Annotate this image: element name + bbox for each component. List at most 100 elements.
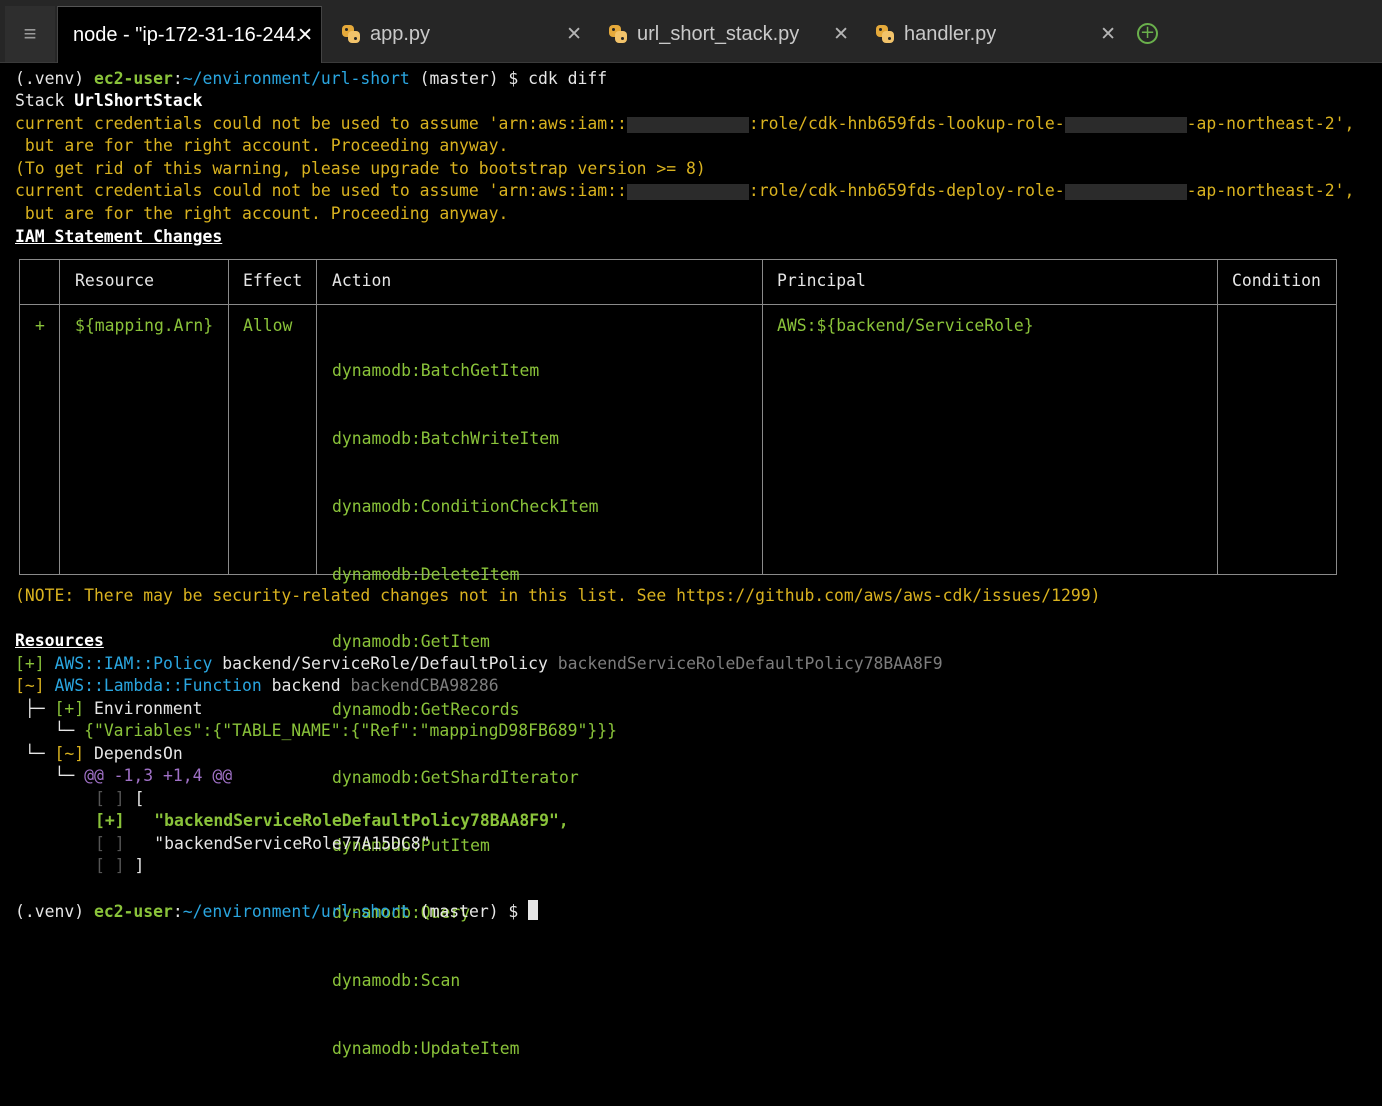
property-value-row: └─ {"Variables":{"TABLE_NAME":{"Ref":"ma… xyxy=(15,720,617,742)
resource-row: [+] AWS::IAM::Policy backend/ServiceRole… xyxy=(15,653,943,675)
close-icon[interactable]: ✕ xyxy=(1100,23,1116,46)
diff-line: [ ] "backendServiceRole77A15DC8" xyxy=(95,833,431,855)
warning-text: -ap-northeast-2', xyxy=(1186,114,1355,133)
prompt-venv: (.venv) xyxy=(15,69,94,88)
action-item: dynamodb:UpdateItem xyxy=(332,1039,520,1058)
resource-mark: [+] xyxy=(15,654,45,673)
resource-type: AWS::IAM::Policy xyxy=(54,654,213,673)
warning-line: but are for the right account. Proceedin… xyxy=(15,136,509,155)
tab-bar: ≡ node - "ip-172-31-16-244. ✕ app.py ✕ u… xyxy=(0,0,1382,63)
tab-handler-py[interactable]: handler.py ✕ xyxy=(864,6,1124,62)
table-border xyxy=(19,259,1337,575)
terminal-output[interactable]: (.venv) ec2-user:~/environment/url-short… xyxy=(0,62,1382,1058)
property-mark: [~] xyxy=(54,744,85,763)
resource-logical-id: backendServiceRoleDefaultPolicy78BAA8F9 xyxy=(557,654,943,673)
diff-text: "backendServiceRole77A15DC8" xyxy=(154,834,431,853)
property-value: {"Variables":{"TABLE_NAME":{"Ref":"mappi… xyxy=(84,721,617,740)
add-tab-icon[interactable]: + xyxy=(1137,23,1158,44)
warning-line: current credentials could not be used to… xyxy=(15,113,1354,135)
redacted-account-id xyxy=(626,183,749,200)
tree-branch: ├─ xyxy=(15,699,55,718)
tab-label: url_short_stack.py xyxy=(637,22,800,45)
resources-heading: Resources xyxy=(15,631,104,650)
resource-mark: [~] xyxy=(15,676,45,695)
warning-line: current credentials could not be used to… xyxy=(15,180,1354,202)
action-item: dynamodb:Scan xyxy=(332,971,461,991)
property-name: Environment xyxy=(93,699,203,718)
warning-text: :role/cdk-hnb659fds-lookup-role- xyxy=(748,114,1065,133)
property-mark: [+] xyxy=(54,699,85,718)
security-note: (NOTE: There may be security-related cha… xyxy=(15,586,1101,605)
warning-text: -ap-northeast-2', xyxy=(1186,181,1355,200)
action-item: dynamodb:BatchWriteItem xyxy=(332,428,559,448)
prompt-colon: : xyxy=(172,69,183,88)
table-column-divider xyxy=(316,259,317,575)
diff-hunk-row: └─ @@ -1,3 +1,4 @@ xyxy=(15,765,232,787)
table-header-divider xyxy=(19,304,1337,305)
python-file-icon xyxy=(342,25,360,43)
prompt-line[interactable]: (.venv) ec2-user:~/environment/url-short… xyxy=(15,900,539,922)
warning-text: current credentials could not be used to… xyxy=(15,181,627,200)
prompt-user: ec2-user xyxy=(93,69,173,88)
property-row: ├─ [+] Environment xyxy=(15,698,203,720)
diff-mark: [+] xyxy=(95,811,125,830)
action-item: dynamodb:DeleteItem xyxy=(332,564,520,584)
tab-label: node - "ip-172-31-16-244. xyxy=(73,23,302,46)
action-item: dynamodb:GetShardIterator xyxy=(332,767,579,787)
table-column-divider xyxy=(228,259,229,575)
prompt-path: ~/environment/url-short xyxy=(182,902,410,921)
col-header-resource: Resource xyxy=(75,271,154,290)
prompt-command: cdk diff xyxy=(528,69,608,88)
redacted-account-id xyxy=(1064,183,1187,200)
redacted-account-id xyxy=(1064,116,1187,133)
tab-terminal[interactable]: node - "ip-172-31-16-244. ✕ xyxy=(57,6,322,63)
action-item: dynamodb:GetRecords xyxy=(332,700,520,720)
prompt-user: ec2-user xyxy=(93,902,173,921)
tab-label: app.py xyxy=(370,22,431,45)
stack-name: UrlShortStack xyxy=(74,91,203,110)
tab-label: handler.py xyxy=(904,22,997,45)
property-name: DependsOn xyxy=(93,744,183,763)
resource-row: [~] AWS::Lambda::Function backend backen… xyxy=(15,675,499,697)
iam-heading: IAM Statement Changes xyxy=(15,227,223,246)
table-column-divider xyxy=(59,259,60,575)
diff-line: [ ] [ xyxy=(95,788,144,810)
row-principal: AWS:${backend/ServiceRole} xyxy=(777,316,1034,335)
action-item: dynamodb:BatchGetItem xyxy=(332,361,540,381)
col-header-condition: Condition xyxy=(1232,271,1321,290)
diff-mark: [ ] xyxy=(95,856,125,875)
close-icon[interactable]: ✕ xyxy=(297,24,313,47)
diff-line: [ ] ] xyxy=(95,855,144,877)
resource-name: backend xyxy=(271,676,341,695)
prompt-venv: (.venv) xyxy=(15,902,94,921)
text-cursor xyxy=(528,900,539,920)
table-column-divider xyxy=(762,259,763,575)
stack-line: Stack UrlShortStack xyxy=(15,90,203,112)
tree-leaf: └─ xyxy=(15,766,85,785)
redacted-account-id xyxy=(626,116,749,133)
row-effect: Allow xyxy=(243,316,293,335)
diff-line: [+] "backendServiceRoleDefaultPolicy78BA… xyxy=(95,810,569,832)
diff-hunk-header: @@ -1,3 +1,4 @@ xyxy=(84,766,233,785)
prompt-path: ~/environment/url-short xyxy=(182,69,410,88)
menu-icon[interactable]: ≡ xyxy=(5,6,55,62)
tab-url-short-stack-py[interactable]: url_short_stack.py ✕ xyxy=(597,6,857,62)
tab-app-py[interactable]: app.py ✕ xyxy=(330,6,590,62)
warning-line: (To get rid of this warning, please upgr… xyxy=(15,159,706,178)
resource-type: AWS::Lambda::Function xyxy=(54,676,262,695)
col-header-effect: Effect xyxy=(243,271,303,290)
row-change-marker: + xyxy=(35,316,45,335)
action-item: dynamodb:ConditionCheckItem xyxy=(332,496,599,516)
python-file-icon xyxy=(876,25,894,43)
diff-text: "backendServiceRoleDefaultPolicy78BAA8F9… xyxy=(154,811,569,830)
row-resource: ${mapping.Arn} xyxy=(75,316,214,335)
stack-prefix: Stack xyxy=(15,91,75,110)
row-actions: dynamodb:BatchGetItem dynamodb:BatchWrit… xyxy=(332,315,598,1106)
diff-mark: [ ] xyxy=(95,789,125,808)
tree-branch: └─ xyxy=(15,744,55,763)
close-icon[interactable]: ✕ xyxy=(833,23,849,46)
prompt-branch: (master) $ xyxy=(409,902,529,921)
close-icon[interactable]: ✕ xyxy=(566,23,582,46)
tree-leaf: └─ xyxy=(15,721,85,740)
col-header-action: Action xyxy=(332,271,392,290)
